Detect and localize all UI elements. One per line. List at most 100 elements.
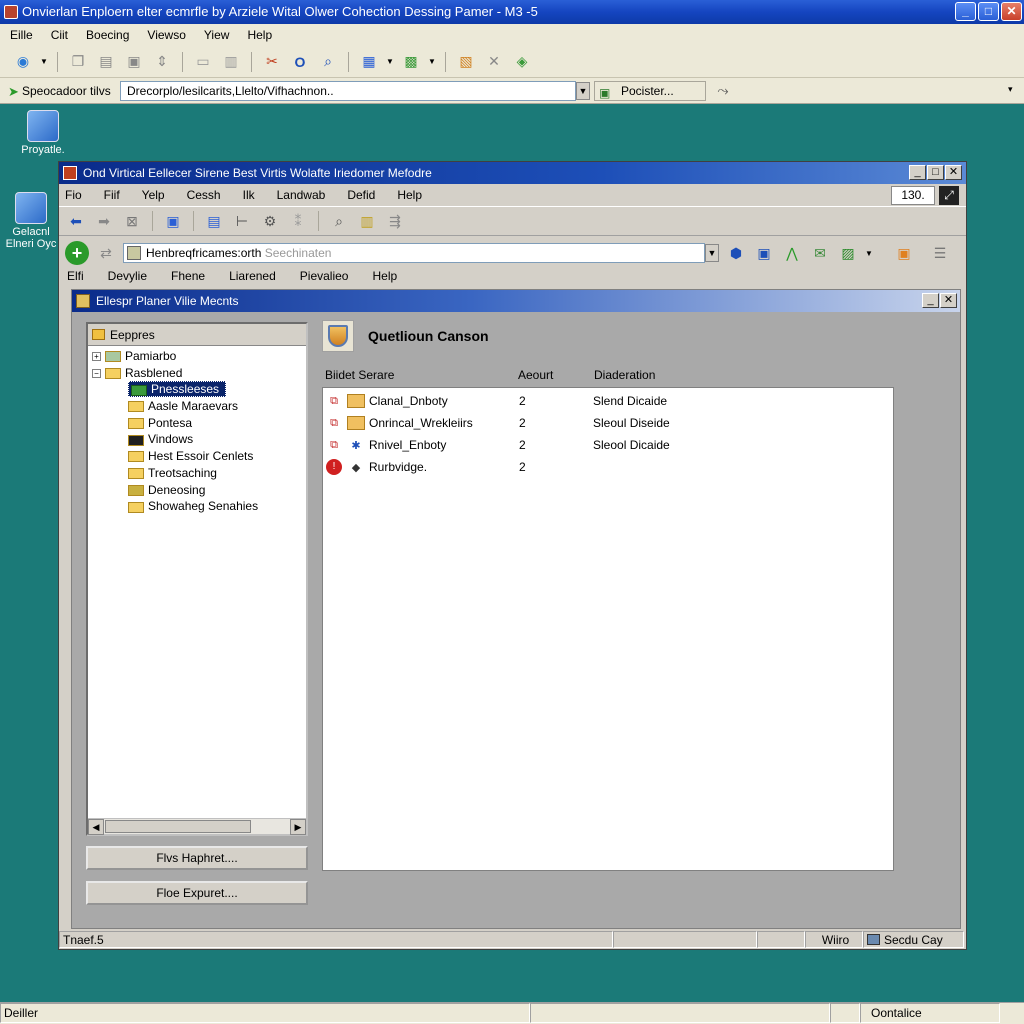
column-header-count[interactable]: Aeourt — [518, 368, 553, 382]
inner-menu-item[interactable]: Fiif — [104, 188, 120, 202]
inner-menu-item[interactable]: Help — [397, 188, 422, 202]
menu-view[interactable]: Yiew — [204, 28, 230, 42]
submenu-item[interactable]: Help — [372, 269, 397, 283]
collapse-icon[interactable]: − — [92, 369, 101, 379]
chart-icon[interactable]: ⋀ — [781, 242, 803, 264]
inner-menu-item[interactable]: Fio — [65, 188, 82, 202]
tree-node[interactable]: Treotsaching — [92, 465, 306, 482]
bookmark-icon[interactable]: ▣ — [753, 242, 775, 264]
dropdown-arrow-icon[interactable]: ▼ — [40, 51, 48, 73]
submenu-item[interactable]: Fhene — [171, 269, 205, 283]
minimize-button[interactable]: _ — [955, 2, 976, 21]
monitor-icon[interactable]: ▤ — [203, 210, 225, 232]
search-icon[interactable]: ⌕ — [328, 210, 350, 232]
network-icon[interactable]: ◈ — [511, 51, 533, 73]
tree-node[interactable]: + Pamiarbo — [92, 348, 306, 365]
list-row[interactable]: ! ◆ Rurbvidge. 2 — [323, 456, 893, 478]
shield-icon[interactable]: ⬢ — [725, 242, 747, 264]
inner-address-input[interactable]: Henbreqfricames:orth Seechinaten — [123, 243, 705, 263]
dropdown-arrow-icon[interactable]: ▼ — [865, 242, 873, 264]
close-button[interactable]: ✕ — [1001, 2, 1022, 21]
tree-node[interactable]: Aasle Maraevars — [92, 398, 306, 415]
submenu-item[interactable]: Pievalieo — [300, 269, 349, 283]
column-header-description[interactable]: Diaderation — [594, 368, 655, 382]
menu-views[interactable]: Viewso — [147, 28, 185, 42]
address-dropdown-button[interactable]: ▼ — [576, 81, 590, 100]
submenu-item[interactable]: Devylie — [108, 269, 147, 283]
stop-icon[interactable]: ⊠ — [121, 210, 143, 232]
tree-node[interactable]: Showaheg Senahies — [92, 498, 306, 515]
expand-icon[interactable]: + — [92, 352, 101, 362]
menu-edit[interactable]: Ciit — [51, 28, 68, 42]
inner-menu-item[interactable]: Landwab — [277, 188, 326, 202]
add-icon[interactable]: + — [65, 241, 89, 265]
delete-icon[interactable]: ✕ — [483, 51, 505, 73]
inner-menu-item[interactable]: Ilk — [243, 188, 255, 202]
notes-icon[interactable]: ▥ — [356, 210, 378, 232]
arrow-tab-icon[interactable]: ⤳ — [712, 80, 734, 102]
move-icon[interactable]: ⇕ — [151, 51, 173, 73]
network-icon[interactable]: ⚙ — [259, 210, 281, 232]
print-icon[interactable]: ▤ — [95, 51, 117, 73]
fullscreen-icon[interactable]: ⤢ — [939, 186, 959, 205]
list-row[interactable]: ⧉ ✱ Rnivel_Enboty 2 Sleool Dicaide — [323, 434, 893, 456]
inner-address-dropdown[interactable]: ▼ — [705, 244, 719, 262]
list-icon[interactable]: ☰ — [929, 242, 951, 264]
tree-node[interactable]: Deneosing — [92, 482, 306, 499]
desktop-icon-proyatle[interactable]: Proyatle. — [8, 110, 78, 156]
chevron-down-icon[interactable]: ▾ — [1008, 84, 1013, 95]
tree-node[interactable]: Pontesa — [92, 415, 306, 432]
copy-icon[interactable]: ❐ — [67, 51, 89, 73]
list-row[interactable]: ⧉ Onrincal_Wrekleiirs 2 Sleoul Diseide — [323, 412, 893, 434]
search-icon[interactable]: ⌕ — [317, 51, 339, 73]
go-button[interactable]: ▣ Pocister... — [594, 80, 706, 101]
menu-file[interactable]: Eille — [10, 28, 33, 42]
inner-close-button[interactable]: ✕ — [945, 165, 962, 180]
dropdown-arrow-icon[interactable]: ▼ — [428, 51, 436, 73]
back-arrow-icon[interactable]: ⬅ — [65, 210, 87, 232]
child-minimize-button[interactable]: _ — [922, 293, 939, 308]
dropdown-arrow-icon[interactable]: ▼ — [386, 51, 394, 73]
refresh-icon[interactable]: O — [289, 51, 311, 73]
outer-address-input[interactable]: Drecorplo/lesilcarits,Llelto/Vifhachnon.… — [120, 80, 576, 101]
tree-node[interactable]: − Rasblened — [92, 365, 306, 382]
inner-menu-item[interactable]: Defid — [347, 188, 375, 202]
view-icon[interactable]: ▦ — [358, 51, 380, 73]
desktop-icon-gelacnl[interactable]: Gelacnl Elneri Oyc — [0, 192, 62, 250]
package-icon[interactable]: ▧ — [455, 51, 477, 73]
files-helper-button[interactable]: Flvs Haphret.... — [86, 846, 308, 870]
forward-arrow-icon[interactable]: ➡ — [93, 210, 115, 232]
list-row[interactable]: ⧉ Clanal_Dnboty 2 Slend Dicaide — [323, 390, 893, 412]
scroll-left-icon[interactable]: ◀ — [88, 819, 104, 835]
tree-node[interactable]: Vindows — [92, 431, 306, 448]
submenu-item[interactable]: Liarened — [229, 269, 276, 283]
column-header-name[interactable]: Biidet Serare — [325, 368, 394, 382]
scroll-thumb[interactable] — [105, 820, 251, 833]
submenu-item[interactable]: Elfi — [67, 269, 84, 283]
excel-icon[interactable]: ▨ — [837, 242, 859, 264]
export-icon[interactable]: ⇶ — [384, 210, 406, 232]
child-close-button[interactable]: ✕ — [940, 293, 957, 308]
warning-icon[interactable]: ▣ — [893, 242, 915, 264]
trash-icon[interactable]: ▥ — [220, 51, 242, 73]
tree-node[interactable]: Hest Essoir Cenlets — [92, 448, 306, 465]
link-icon[interactable]: ⇄ — [95, 242, 117, 264]
menu-help[interactable]: Help — [247, 28, 272, 42]
tools-icon[interactable]: ✂ — [261, 51, 283, 73]
properties-icon[interactable]: ▣ — [123, 51, 145, 73]
tree-horizontal-scrollbar[interactable]: ◀ ▶ — [88, 818, 306, 835]
home-icon[interactable]: ▣ — [162, 210, 184, 232]
folders-icon[interactable]: ▩ — [400, 51, 422, 73]
scroll-right-icon[interactable]: ▶ — [290, 819, 306, 835]
inner-maximize-button[interactable]: □ — [927, 165, 944, 180]
tree-view-icon[interactable]: ⊢ — [231, 210, 253, 232]
files-export-button[interactable]: Floe Expuret.... — [86, 881, 308, 905]
tree-node-selected[interactable]: Pnessleeses — [92, 381, 306, 398]
zoom-field[interactable]: 130. — [891, 186, 935, 205]
disk-icon[interactable]: ▭ — [192, 51, 214, 73]
inner-minimize-button[interactable]: _ — [909, 165, 926, 180]
maximize-button[interactable]: □ — [978, 2, 999, 21]
inner-menu-item[interactable]: Yelp — [142, 188, 165, 202]
inner-menu-item[interactable]: Cessh — [187, 188, 221, 202]
back-globe-icon[interactable]: ◉ — [12, 51, 34, 73]
